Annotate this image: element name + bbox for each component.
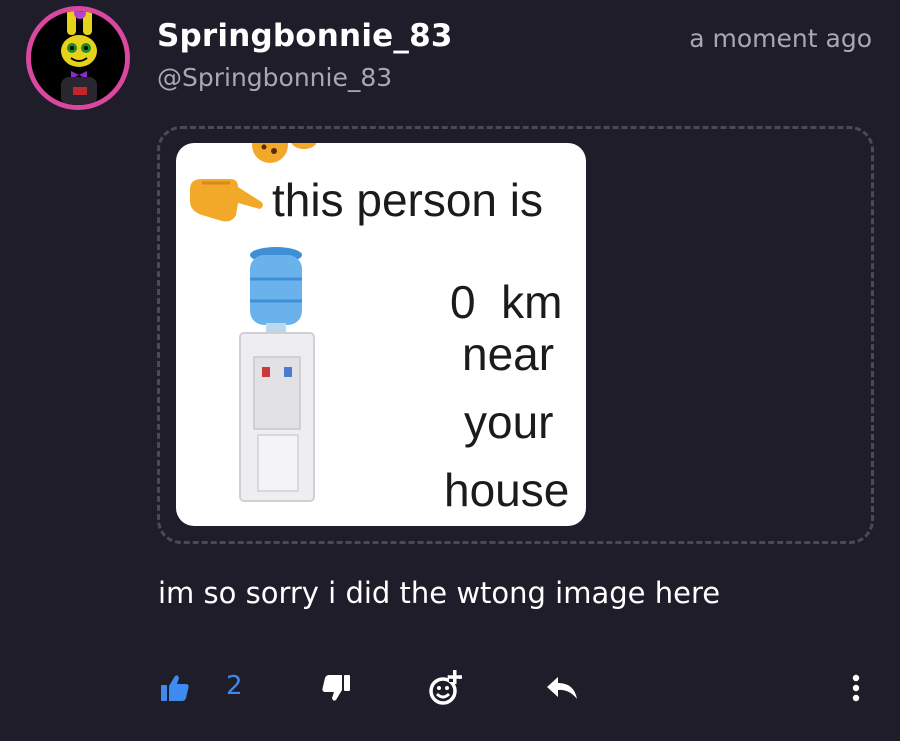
more-vertical-icon[interactable]: [836, 670, 876, 706]
thumbs-down-icon[interactable]: [316, 670, 356, 706]
comment-post: Springbonnie_83 @Springbonnie_83 a momen…: [0, 0, 900, 741]
pointing-hand-icon: [190, 179, 263, 222]
author-handle[interactable]: @Springbonnie_83: [157, 63, 392, 92]
springbonnie-avatar-icon: [31, 11, 125, 105]
meme-text-line4: your: [464, 396, 554, 448]
thumbs-up-icon[interactable]: [155, 670, 195, 706]
emoji-face-icon: [252, 143, 316, 163]
meme-text-line5: house: [444, 464, 570, 516]
post-caption: im so sorry i did the wtong image here: [158, 576, 721, 610]
meme-text-line3: near: [462, 328, 555, 380]
water-cooler-image: [239, 247, 315, 502]
reply-icon[interactable]: [542, 670, 582, 706]
avatar[interactable]: [26, 6, 130, 110]
meme-text-line2: 0 km: [450, 276, 563, 328]
meme-text-line1: this person is: [272, 174, 544, 226]
post-timestamp: a moment ago: [689, 24, 872, 53]
action-bar: 2: [0, 660, 900, 716]
author-name[interactable]: Springbonnie_83: [157, 18, 453, 54]
like-count: 2: [226, 671, 243, 701]
meme-image[interactable]: this person is 0 km near your house: [176, 143, 586, 526]
add-reaction-icon[interactable]: [426, 670, 466, 706]
